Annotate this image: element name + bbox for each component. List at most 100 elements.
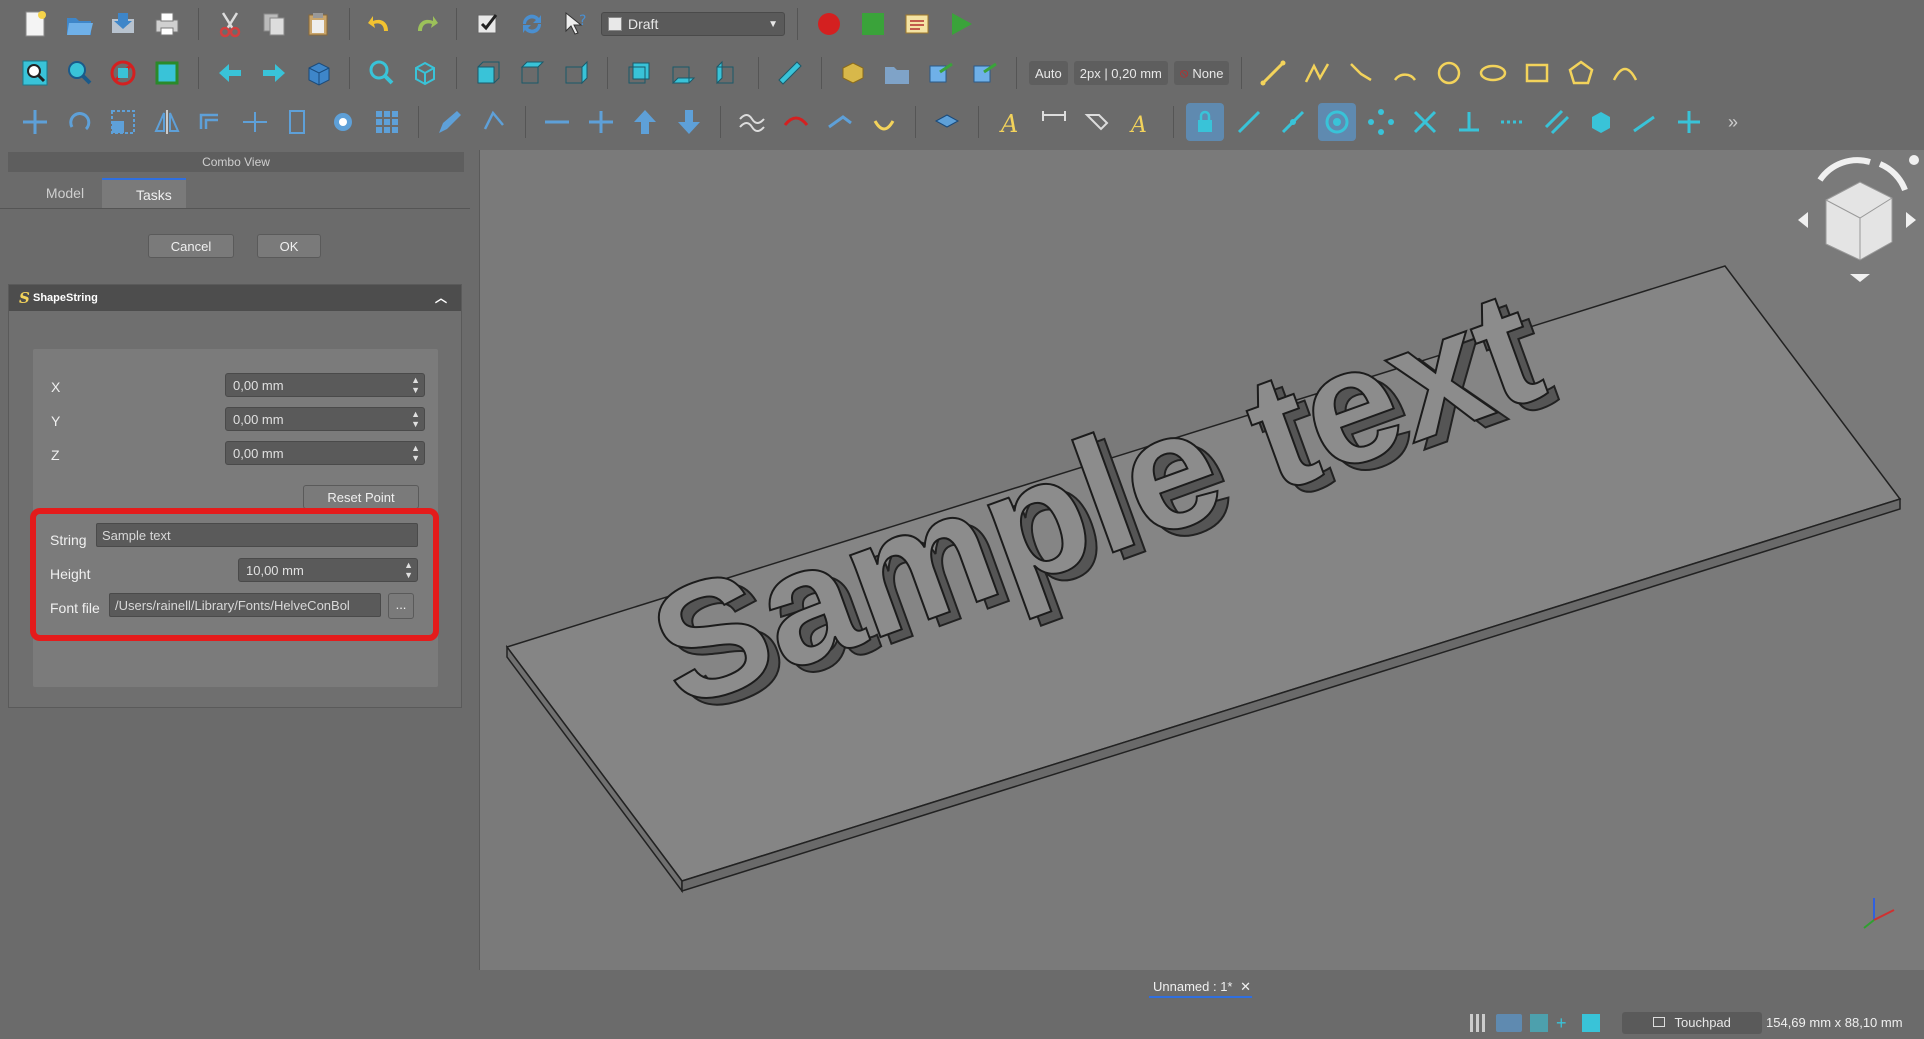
- snap-parallel-icon[interactable]: [1538, 103, 1576, 141]
- ellipse-tool-icon[interactable]: [1474, 54, 1512, 92]
- rectangle-tool-icon[interactable]: [1518, 54, 1556, 92]
- offset-icon[interactable]: [192, 103, 230, 141]
- spinner-arrows-icon[interactable]: ▲ ▼: [411, 375, 420, 395]
- upgrade-nodes-icon[interactable]: [475, 103, 513, 141]
- edit-icon[interactable]: [431, 103, 469, 141]
- macros-icon[interactable]: [898, 5, 936, 43]
- open-folder-icon[interactable]: [60, 5, 98, 43]
- 3d-viewport[interactable]: Sample text Sample text: [479, 150, 1924, 970]
- grid-array-icon[interactable]: [368, 103, 406, 141]
- snap-endpoint-icon[interactable]: [1230, 103, 1268, 141]
- nav-down-arrow-icon[interactable]: [1850, 274, 1870, 282]
- reset-point-button[interactable]: Reset Point: [303, 485, 419, 509]
- recompute-icon[interactable]: [513, 5, 551, 43]
- wire-to-bspline-icon[interactable]: [733, 103, 771, 141]
- z-spinbox[interactable]: 0,00 mm ▲ ▼: [225, 441, 425, 465]
- upgrade-arrow-icon[interactable]: [626, 103, 664, 141]
- left-view-icon[interactable]: [708, 54, 746, 92]
- line-width-field[interactable]: 2px | 0,20 mm: [1073, 61, 1168, 85]
- chevron-up-icon[interactable]: ︿: [435, 285, 447, 311]
- spinner-arrows-icon[interactable]: ▲ ▼: [411, 409, 420, 429]
- close-tab-icon[interactable]: ✕: [1240, 979, 1251, 994]
- snap-midpoint-icon[interactable]: [1274, 103, 1312, 141]
- refresh-check-icon[interactable]: [469, 5, 507, 43]
- link-icon[interactable]: [922, 54, 960, 92]
- y-spinbox[interactable]: 0,00 mm ▲ ▼: [225, 407, 425, 431]
- line-tool-icon[interactable]: [1254, 54, 1292, 92]
- dimension-icon[interactable]: [1035, 103, 1073, 141]
- workbench-selector[interactable]: Draft ▼: [601, 12, 785, 36]
- tab-tasks[interactable]: Tasks: [102, 178, 186, 208]
- navigation-style-button[interactable]: Touchpad: [1622, 1012, 1762, 1034]
- split-icon[interactable]: [582, 103, 620, 141]
- std-views-icon[interactable]: [299, 54, 337, 92]
- snap-ortho-icon[interactable]: [1670, 103, 1708, 141]
- grid-toggle-icon[interactable]: [1470, 1014, 1488, 1032]
- paste-icon[interactable]: [299, 5, 337, 43]
- zoom-icon[interactable]: [362, 54, 400, 92]
- rotate-left-arrow-icon[interactable]: [1817, 157, 1871, 182]
- bounding-box-icon[interactable]: [148, 54, 186, 92]
- shapestring-panel-header[interactable]: S ShapeString ︿: [9, 285, 461, 311]
- save-icon[interactable]: [104, 5, 142, 43]
- ok-button[interactable]: OK: [257, 234, 321, 258]
- nav-right-arrow-icon[interactable]: [1906, 212, 1916, 228]
- string-input[interactable]: Sample text: [96, 523, 418, 547]
- front-view-icon[interactable]: [469, 54, 507, 92]
- nav-menu-dot-icon[interactable]: [1909, 155, 1919, 165]
- x-spinbox[interactable]: 0,00 mm ▲ ▼: [225, 373, 425, 397]
- redo-icon[interactable]: [406, 5, 444, 43]
- group-folder-icon[interactable]: [878, 54, 916, 92]
- print-icon[interactable]: [148, 5, 186, 43]
- execute-macro-icon[interactable]: [942, 5, 980, 43]
- rotate-right-arrow-icon[interactable]: [1878, 161, 1908, 192]
- nav-left-arrow-icon[interactable]: [1798, 212, 1808, 228]
- downgrade-arrow-icon[interactable]: [670, 103, 708, 141]
- draw-style-icon[interactable]: [104, 54, 142, 92]
- polygon-tool-icon[interactable]: [1562, 54, 1600, 92]
- heal-icon[interactable]: [865, 103, 903, 141]
- working-plane-icon[interactable]: [928, 103, 966, 141]
- fit-selection-icon[interactable]: [60, 54, 98, 92]
- stop-macro-icon[interactable]: [854, 5, 892, 43]
- mirror-icon[interactable]: [148, 103, 186, 141]
- tab-model[interactable]: Model: [30, 178, 100, 208]
- more-tools-icon[interactable]: »: [1714, 103, 1752, 141]
- snap-special-icon[interactable]: [1582, 103, 1620, 141]
- shape-2d-view-icon[interactable]: [821, 103, 859, 141]
- draft-to-sketch-icon[interactable]: [777, 103, 815, 141]
- measure-distance-icon[interactable]: [771, 54, 809, 92]
- link-actions-icon[interactable]: [966, 54, 1004, 92]
- cancel-button[interactable]: Cancel: [148, 234, 234, 258]
- plus-icon[interactable]: +: [1556, 1014, 1574, 1032]
- label-icon[interactable]: [1079, 103, 1117, 141]
- back-arrow-icon[interactable]: [211, 54, 249, 92]
- text-annotation-icon[interactable]: A: [991, 103, 1029, 141]
- whats-this-icon[interactable]: ?: [557, 5, 595, 43]
- shapestring-icon[interactable]: A: [1123, 103, 1161, 141]
- right-view-icon[interactable]: [557, 54, 595, 92]
- cube-body[interactable]: [1825, 181, 1893, 261]
- snap-extension-icon[interactable]: [1494, 103, 1532, 141]
- forward-arrow-icon[interactable]: [255, 54, 293, 92]
- font-file-input[interactable]: /Users/rainell/Library/Fonts/HelveConBol: [109, 593, 381, 617]
- document-tab[interactable]: Unnamed : 1* ✕: [1149, 976, 1252, 998]
- scale-icon[interactable]: [104, 103, 142, 141]
- bottom-view-icon[interactable]: [664, 54, 702, 92]
- snap-center-icon[interactable]: [1318, 103, 1356, 141]
- rear-view-icon[interactable]: [620, 54, 658, 92]
- snap-intersection-icon[interactable]: [1406, 103, 1444, 141]
- spinner-arrows-icon[interactable]: ▲ ▼: [411, 443, 420, 463]
- rotate-icon[interactable]: [60, 103, 98, 141]
- snap-angle-icon[interactable]: [1362, 103, 1400, 141]
- spinner-arrows-icon[interactable]: ▲ ▼: [404, 560, 413, 580]
- undo-icon[interactable]: [362, 5, 400, 43]
- arc-tool-icon[interactable]: [1386, 54, 1424, 92]
- bspline-tool-icon[interactable]: [1606, 54, 1644, 92]
- wire-tool-icon[interactable]: [1298, 54, 1336, 92]
- working-plane-status-icon[interactable]: [1582, 1014, 1600, 1032]
- height-spinbox[interactable]: 10,00 mm ▲ ▼: [238, 558, 418, 582]
- cut-icon[interactable]: [211, 5, 249, 43]
- snap-lock-status-icon[interactable]: [1496, 1014, 1522, 1032]
- part-icon[interactable]: [834, 54, 872, 92]
